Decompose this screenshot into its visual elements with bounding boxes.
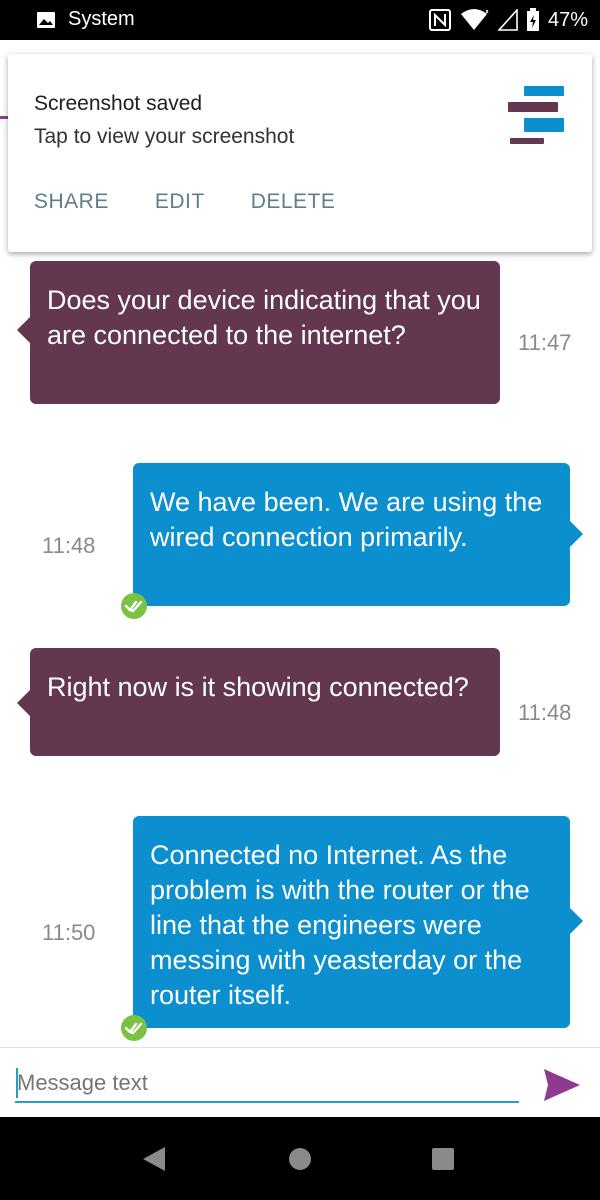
message-time: 11:48 — [518, 700, 572, 725]
message-composer — [0, 1047, 600, 1118]
delivered-check-icon — [121, 593, 147, 619]
message-bubble-incoming[interactable]: Does your device indicating that you are… — [17, 261, 500, 404]
edit-button[interactable]: EDIT — [155, 190, 205, 214]
text-cursor — [16, 1068, 18, 1098]
message-time: 11:48 — [42, 533, 96, 558]
wifi-icon — [460, 8, 490, 32]
image-icon — [36, 10, 56, 30]
message-time: 11:47 — [518, 330, 572, 355]
message-text: Does your device indicating that you are… — [47, 285, 481, 350]
bubble-tail — [570, 521, 583, 547]
message-text: Connected no Internet. As the problem is… — [150, 840, 530, 1010]
battery-percent: 47% — [547, 8, 588, 31]
bubble-tail — [570, 908, 583, 934]
recents-icon[interactable] — [430, 1145, 456, 1173]
share-button[interactable]: SHARE — [34, 190, 109, 214]
nfc-icon — [428, 8, 452, 32]
delete-button[interactable]: DELETE — [251, 190, 336, 214]
screenshot-notification[interactable]: Screenshot saved Tap to view your screen… — [8, 54, 592, 252]
navigation-bar — [0, 1117, 600, 1200]
back-icon[interactable] — [141, 1145, 167, 1173]
notification-title: Screenshot saved — [34, 92, 203, 115]
battery-icon — [526, 8, 540, 32]
home-icon[interactable] — [287, 1145, 313, 1173]
message-text: Right now is it showing connected? — [47, 672, 469, 702]
bubble-tail — [17, 690, 30, 716]
message-bubble-incoming[interactable]: Right now is it showing connected? — [17, 648, 500, 756]
screenshot-thumbnail[interactable] — [506, 82, 572, 176]
delivered-check-icon — [121, 1015, 147, 1041]
message-bubble-outgoing[interactable]: Connected no Internet. As the problem is… — [133, 816, 583, 1028]
status-bar: System 47% — [0, 0, 600, 40]
bubble-tail — [17, 317, 30, 343]
notification-subtitle: Tap to view your screenshot — [34, 125, 295, 148]
signal-icon — [497, 9, 518, 31]
message-text: We have been. We are using the wired con… — [150, 487, 543, 552]
message-time: 11:50 — [42, 920, 96, 945]
status-app-name: System — [68, 8, 135, 30]
message-input[interactable] — [15, 1065, 519, 1103]
send-icon[interactable] — [540, 1063, 584, 1107]
message-bubble-outgoing[interactable]: We have been. We are using the wired con… — [133, 463, 583, 606]
notification-actions: SHARE EDIT DELETE — [34, 190, 335, 214]
